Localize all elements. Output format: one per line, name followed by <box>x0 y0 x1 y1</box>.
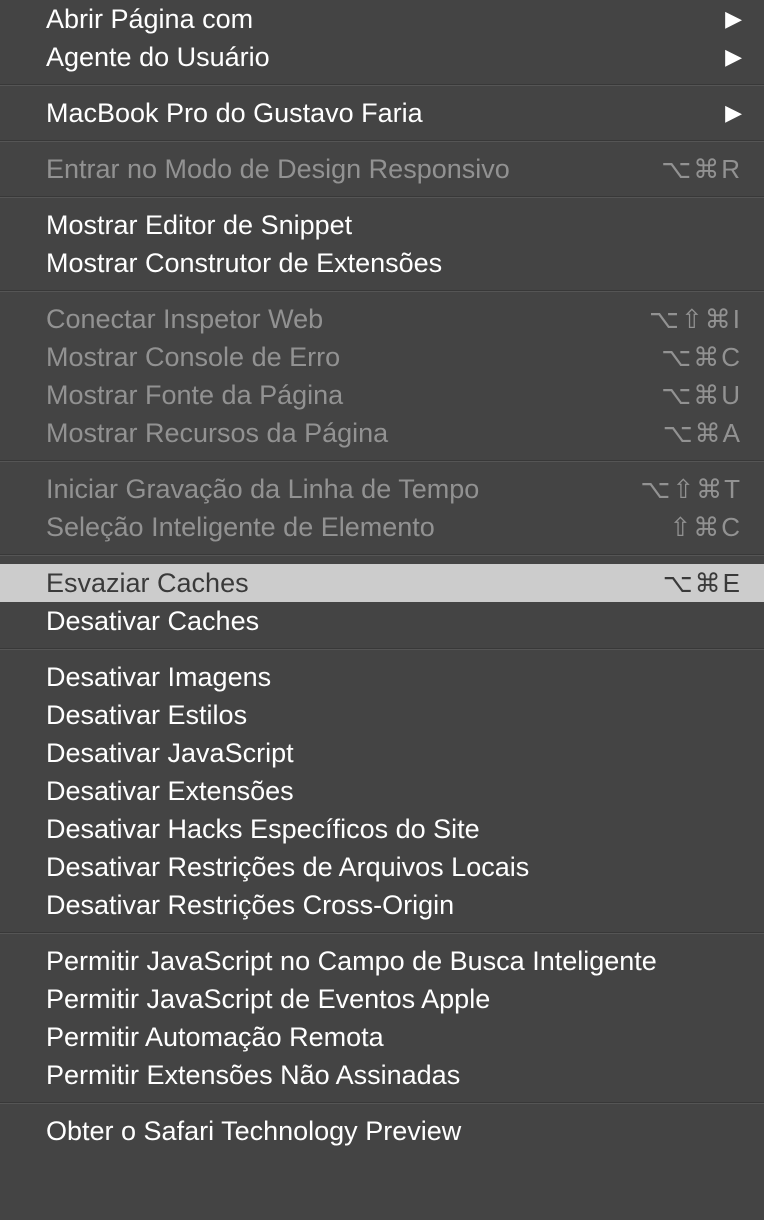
menu-item-allow-js-apple-events[interactable]: Permitir JavaScript de Eventos Apple <box>0 980 764 1018</box>
menu-item-label: Esvaziar Caches <box>46 568 249 599</box>
chevron-right-icon: ▶ <box>725 44 742 70</box>
menu-separator <box>0 84 764 86</box>
chevron-right-icon: ▶ <box>725 6 742 32</box>
keyboard-shortcut: ⌥⌘U <box>661 380 742 411</box>
menu-item-disable-cross-origin-restrictions[interactable]: Desativar Restrições Cross-Origin <box>0 886 764 924</box>
keyboard-shortcut: ⌥⇧⌘T <box>640 474 742 505</box>
menu-item-label: Desativar Extensões <box>46 776 294 807</box>
menu-item-label: Abrir Página com <box>46 4 253 35</box>
menu-item-label: Desativar Restrições Cross-Origin <box>46 890 454 921</box>
menu-item-label: Seleção Inteligente de Elemento <box>46 512 435 543</box>
menu-item-allow-remote-automation[interactable]: Permitir Automação Remota <box>0 1018 764 1056</box>
menu-item-element-selection[interactable]: Seleção Inteligente de Elemento ⇧⌘C <box>0 508 764 546</box>
menu-item-page-source[interactable]: Mostrar Fonte da Página ⌥⌘U <box>0 376 764 414</box>
menu-item-label: MacBook Pro do Gustavo Faria <box>46 98 423 129</box>
menu-item-label: Desativar Hacks Específicos do Site <box>46 814 480 845</box>
menu-item-extension-builder[interactable]: Mostrar Construtor de Extensões <box>0 244 764 282</box>
menu-item-label: Permitir JavaScript no Campo de Busca In… <box>46 946 657 977</box>
keyboard-shortcut: ⇧⌘C <box>669 512 742 543</box>
menu-separator <box>0 460 764 462</box>
menu-item-disable-styles[interactable]: Desativar Estilos <box>0 696 764 734</box>
context-menu: Abrir Página com ▶ Agente do Usuário ▶ M… <box>0 0 764 1150</box>
submenu-indicator: ▶ <box>717 6 742 32</box>
menu-item-label: Iniciar Gravação da Linha de Tempo <box>46 474 479 505</box>
submenu-indicator: ▶ <box>717 44 742 70</box>
menu-item-label: Desativar Estilos <box>46 700 247 731</box>
menu-item-error-console[interactable]: Mostrar Console de Erro ⌥⌘C <box>0 338 764 376</box>
menu-item-disable-site-hacks[interactable]: Desativar Hacks Específicos do Site <box>0 810 764 848</box>
chevron-right-icon: ▶ <box>725 100 742 126</box>
menu-item-label: Mostrar Editor de Snippet <box>46 210 352 241</box>
menu-item-label: Permitir JavaScript de Eventos Apple <box>46 984 490 1015</box>
menu-item-label: Mostrar Fonte da Página <box>46 380 343 411</box>
menu-item-label: Mostrar Construtor de Extensões <box>46 248 442 279</box>
menu-item-macbook[interactable]: MacBook Pro do Gustavo Faria ▶ <box>0 94 764 132</box>
menu-item-label: Permitir Automação Remota <box>46 1022 384 1053</box>
menu-item-label: Mostrar Recursos da Página <box>46 418 388 449</box>
menu-item-label: Obter o Safari Technology Preview <box>46 1116 461 1147</box>
menu-item-get-safari-technology-preview[interactable]: Obter o Safari Technology Preview <box>0 1112 764 1150</box>
keyboard-shortcut: ⌥⌘C <box>661 342 742 373</box>
menu-item-allow-js-search[interactable]: Permitir JavaScript no Campo de Busca In… <box>0 942 764 980</box>
menu-item-disable-caches[interactable]: Desativar Caches <box>0 602 764 640</box>
menu-item-disable-javascript[interactable]: Desativar JavaScript <box>0 734 764 772</box>
menu-item-web-inspector[interactable]: Conectar Inspetor Web ⌥⇧⌘I <box>0 300 764 338</box>
menu-item-label: Desativar Restrições de Arquivos Locais <box>46 852 529 883</box>
menu-item-label: Agente do Usuário <box>46 42 270 73</box>
menu-separator <box>0 554 764 556</box>
menu-separator <box>0 648 764 650</box>
menu-separator <box>0 932 764 934</box>
menu-item-snippet-editor[interactable]: Mostrar Editor de Snippet <box>0 206 764 244</box>
menu-separator <box>0 196 764 198</box>
menu-item-user-agent[interactable]: Agente do Usuário ▶ <box>0 38 764 76</box>
menu-item-label: Desativar Imagens <box>46 662 271 693</box>
menu-item-timeline-recording[interactable]: Iniciar Gravação da Linha de Tempo ⌥⇧⌘T <box>0 470 764 508</box>
menu-item-responsive-design[interactable]: Entrar no Modo de Design Responsivo ⌥⌘R <box>0 150 764 188</box>
submenu-indicator: ▶ <box>717 100 742 126</box>
menu-item-label: Permitir Extensões Não Assinadas <box>46 1060 460 1091</box>
menu-item-open-page-with[interactable]: Abrir Página com ▶ <box>0 0 764 38</box>
menu-item-empty-caches[interactable]: Esvaziar Caches ⌥⌘E <box>0 564 764 602</box>
menu-item-label: Desativar JavaScript <box>46 738 294 769</box>
menu-item-label: Desativar Caches <box>46 606 259 637</box>
keyboard-shortcut: ⌥⇧⌘I <box>649 304 742 335</box>
keyboard-shortcut: ⌥⌘E <box>663 568 742 599</box>
menu-item-allow-unsigned-extensions[interactable]: Permitir Extensões Não Assinadas <box>0 1056 764 1094</box>
menu-item-label: Entrar no Modo de Design Responsivo <box>46 154 510 185</box>
menu-item-page-resources[interactable]: Mostrar Recursos da Página ⌥⌘A <box>0 414 764 452</box>
keyboard-shortcut: ⌥⌘A <box>663 418 742 449</box>
menu-item-label: Mostrar Console de Erro <box>46 342 340 373</box>
menu-item-label: Conectar Inspetor Web <box>46 304 323 335</box>
menu-separator <box>0 1102 764 1104</box>
menu-item-disable-images[interactable]: Desativar Imagens <box>0 658 764 696</box>
menu-item-disable-extensions[interactable]: Desativar Extensões <box>0 772 764 810</box>
keyboard-shortcut: ⌥⌘R <box>661 154 742 185</box>
menu-item-disable-local-file-restrictions[interactable]: Desativar Restrições de Arquivos Locais <box>0 848 764 886</box>
menu-separator <box>0 140 764 142</box>
menu-separator <box>0 290 764 292</box>
